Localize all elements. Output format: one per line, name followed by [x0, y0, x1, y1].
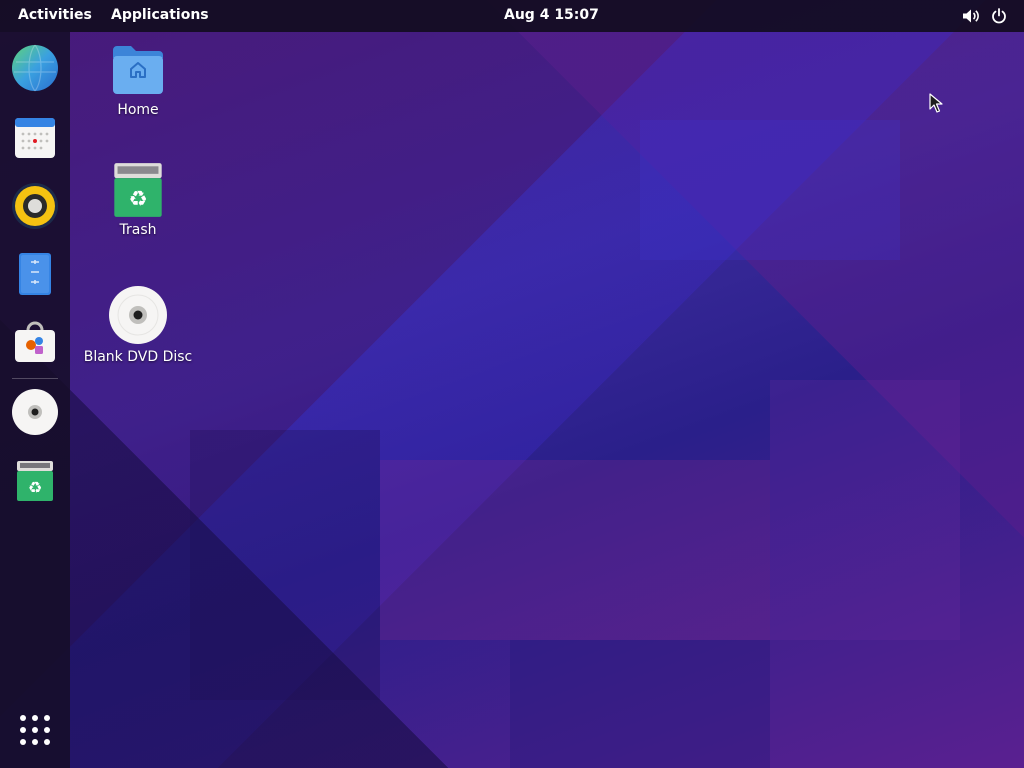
disc-icon — [109, 286, 167, 344]
document-icon[interactable] — [11, 250, 59, 298]
speaker-app-icon[interactable] — [11, 182, 59, 230]
power-icon[interactable] — [991, 8, 1007, 24]
desktop-icon-label: Blank DVD Disc — [83, 349, 193, 365]
desktop-icon-home[interactable]: Home — [78, 42, 198, 118]
desktop-icon-label: Home — [117, 102, 159, 118]
wallpaper-tile — [640, 120, 900, 260]
wallpaper-tile — [510, 640, 770, 768]
trash-icon[interactable]: ♻ — [11, 458, 59, 506]
calendar-icon[interactable] — [11, 114, 59, 162]
dock-separator — [12, 378, 58, 379]
mouse-cursor-icon — [929, 93, 943, 113]
folder-home-icon — [113, 46, 163, 94]
clock[interactable]: Aug 4 15:07 — [504, 7, 599, 23]
shopping-bag-icon[interactable] — [11, 318, 59, 366]
disc-icon[interactable] — [11, 388, 59, 436]
svg-text:♻: ♻ — [128, 187, 147, 212]
applications-menu[interactable]: Applications — [111, 7, 209, 23]
wallpaper-tile — [190, 430, 380, 700]
speaker-icon[interactable] — [962, 8, 980, 24]
trash-icon: ♻ — [114, 163, 162, 217]
globe-icon[interactable] — [11, 44, 59, 92]
desktop-icon-blank-dvd[interactable]: Blank DVD Disc — [78, 285, 198, 365]
wallpaper-tile — [380, 460, 770, 640]
activities-button[interactable]: Activities — [18, 7, 92, 23]
desktop-icon-trash[interactable]: ♻ Trash — [78, 162, 198, 238]
dock: ♻ — [0, 32, 70, 768]
wallpaper-tile — [770, 380, 960, 640]
svg-text:♻: ♻ — [28, 478, 42, 497]
grid-icon[interactable] — [19, 714, 51, 746]
desktop-icon-label: Trash — [119, 222, 157, 238]
top-bar: Activities Applications Aug 4 15:07 — [0, 0, 1024, 32]
